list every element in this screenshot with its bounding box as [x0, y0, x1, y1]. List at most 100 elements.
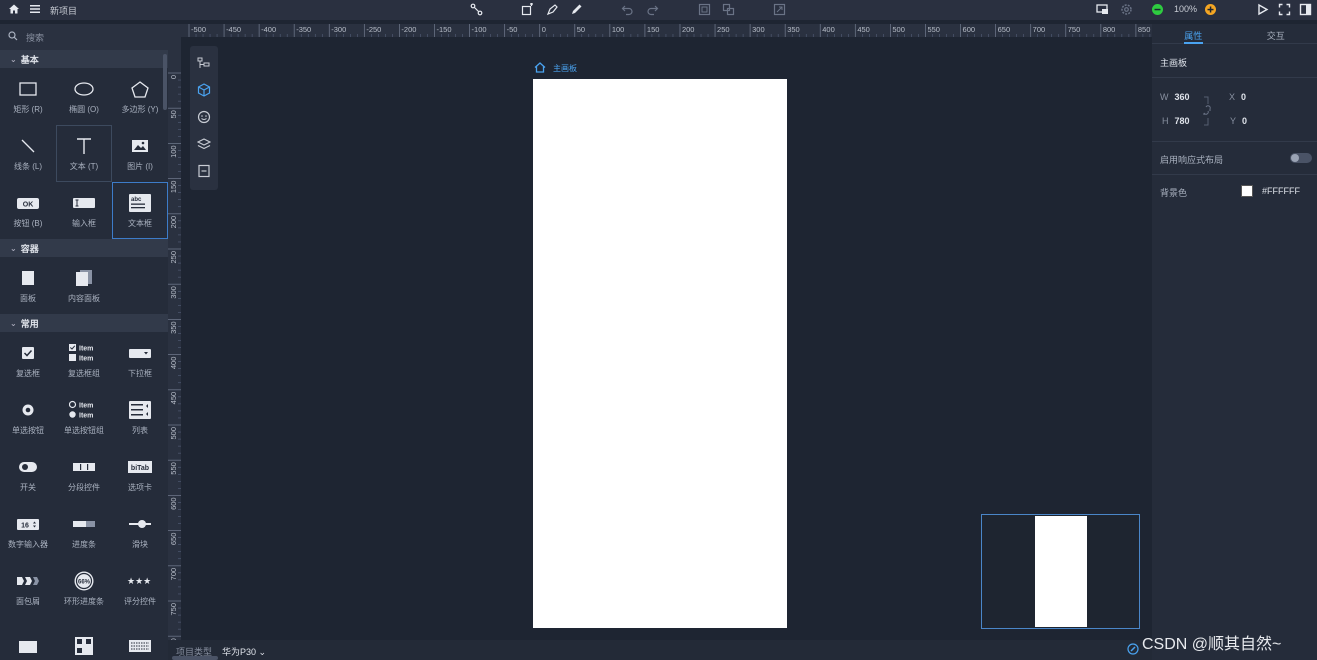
component-line[interactable]: 线条 (L) [0, 125, 56, 182]
ruler-label: 250 [169, 251, 178, 264]
width-value[interactable]: 360 [1175, 92, 1190, 102]
component-progress[interactable]: 进度条 [56, 503, 112, 560]
search-bar[interactable]: 搜索 [0, 24, 168, 50]
section-container[interactable]: ⌄ 容器 [0, 239, 168, 257]
ruler-label: -300 [331, 25, 346, 34]
redo-icon[interactable] [646, 3, 659, 16]
connect-icon[interactable] [470, 3, 483, 16]
project-type-select[interactable]: 华为P30 ⌄ [222, 645, 266, 658]
artboard-label[interactable]: 主画板 [534, 62, 577, 75]
zoom-out-icon[interactable] [1151, 3, 1164, 16]
component-image[interactable]: 图片 (I) [112, 125, 168, 182]
x-field[interactable]: X0 [1229, 92, 1246, 102]
svg-text:biTab: biTab [131, 465, 149, 472]
component-ring-progress[interactable]: 66% 环形进度条 [56, 560, 112, 617]
resize-icon[interactable] [773, 3, 786, 16]
component-input[interactable]: 输入框 [56, 182, 112, 239]
component-rectangle[interactable]: 矩形 (R) [0, 68, 56, 125]
component-checkbox-group[interactable]: Item Item 复选框组 [56, 332, 112, 389]
ruler-label: 750 [1068, 25, 1081, 34]
panel-toggle-icon[interactable] [1299, 3, 1312, 16]
ellipse-icon [74, 78, 94, 100]
component-label: 下拉框 [128, 369, 152, 378]
device-preview-icon[interactable] [1096, 3, 1109, 16]
horizontal-scrollbar[interactable] [172, 656, 218, 660]
component-label: 复选框 [16, 369, 40, 378]
settings-icon[interactable] [1120, 3, 1133, 16]
section-common[interactable]: ⌄ 常用 [0, 314, 168, 332]
emoji-icon[interactable] [197, 110, 211, 124]
component-more-1[interactable] [0, 617, 56, 660]
svg-text:Item: Item [79, 356, 93, 363]
zoom-in-icon[interactable] [1204, 3, 1217, 16]
search-input[interactable]: 搜索 [26, 31, 44, 44]
undo-icon[interactable] [621, 3, 634, 16]
page-icon[interactable] [197, 164, 211, 178]
y-field[interactable]: Y0 [1230, 116, 1247, 126]
outline-icon[interactable] [197, 56, 211, 70]
artboard-title: 主画板 [553, 64, 577, 73]
home-icon[interactable] [8, 3, 20, 17]
component-segmented[interactable]: 分段控件 [56, 446, 112, 503]
component-ellipse[interactable]: 椭圆 (O) [56, 68, 112, 125]
menu-icon[interactable] [29, 3, 41, 17]
artboard[interactable] [533, 79, 787, 628]
ruler-label: 0 [542, 25, 546, 34]
component-cube-icon[interactable] [197, 83, 211, 97]
width-field[interactable]: W 360 [1160, 92, 1190, 102]
section-basic[interactable]: ⌄ 基本 [0, 50, 168, 68]
component-switch[interactable]: 开关 [0, 446, 56, 503]
tab-interaction[interactable]: 交互 [1235, 24, 1317, 43]
x-value[interactable]: 0 [1241, 92, 1246, 102]
group-icon[interactable] [698, 3, 711, 16]
component-label: 滑块 [132, 540, 148, 549]
component-more-3[interactable] [112, 617, 168, 660]
component-label: 面包屑 [16, 597, 40, 606]
ruler-label: -350 [296, 25, 311, 34]
layers-icon[interactable] [196, 137, 212, 151]
component-checkbox[interactable]: 复选框 [0, 332, 56, 389]
component-dropdown[interactable]: 下拉框 [112, 332, 168, 389]
height-field[interactable]: H 780 [1162, 116, 1190, 126]
component-list[interactable]: 列表 [112, 389, 168, 446]
component-rating[interactable]: ★★★ 评分控件 [112, 560, 168, 617]
link-ratio-icon[interactable] [1202, 96, 1212, 128]
responsive-toggle[interactable] [1290, 153, 1312, 163]
pencil-icon[interactable] [570, 3, 583, 16]
minimap[interactable] [981, 514, 1140, 629]
component-panel[interactable]: 面板 [0, 257, 56, 314]
component-number-input[interactable]: 16 数字输入器 [0, 503, 56, 560]
ungroup-icon[interactable] [722, 3, 735, 16]
component-text[interactable]: 文本 (T) [56, 125, 112, 182]
image-icon [131, 135, 149, 157]
compass-icon[interactable] [1127, 643, 1139, 657]
component-radio-group[interactable]: Item Item 单选按钮组 [56, 389, 112, 446]
tab-properties[interactable]: 属性 [1152, 24, 1235, 44]
pen-icon[interactable] [546, 3, 559, 16]
component-slider[interactable]: 滑块 [112, 503, 168, 560]
project-type-value: 华为P30 [222, 647, 257, 657]
play-icon[interactable] [1256, 3, 1269, 16]
fullscreen-icon[interactable] [1278, 3, 1291, 16]
y-value[interactable]: 0 [1242, 116, 1247, 126]
artboard-add-icon[interactable] [521, 3, 534, 16]
ruler-label: -450 [226, 25, 241, 34]
background-color-swatch[interactable] [1241, 185, 1253, 197]
component-label: 内容面板 [68, 294, 100, 303]
component-label: 按钮 (B) [13, 219, 43, 228]
horizontal-ruler: -500 -450 -400 -350 -300 -250 -200 -150 -100 -50 0… [181, 24, 1152, 37]
component-content-panel[interactable]: 内容面板 [56, 257, 112, 314]
component-polygon[interactable]: 多边形 (Y) [112, 68, 168, 125]
component-button[interactable]: OK 按钮 (B) [0, 182, 56, 239]
component-textarea[interactable]: abc 文本框 [112, 182, 168, 239]
ruler-label: 450 [169, 392, 178, 405]
component-radio[interactable]: 单选按钮 [0, 389, 56, 446]
background-hex[interactable]: #FFFFFF [1262, 186, 1300, 196]
component-more-2[interactable] [56, 617, 112, 660]
left-scrollbar[interactable] [163, 54, 167, 110]
height-value[interactable]: 780 [1175, 116, 1190, 126]
component-breadcrumb[interactable]: 面包屑 [0, 560, 56, 617]
component-tabs[interactable]: biTab 选项卡 [112, 446, 168, 503]
ruler-label: 600 [963, 25, 976, 34]
background-value[interactable]: #FFFFFF [1262, 186, 1300, 196]
